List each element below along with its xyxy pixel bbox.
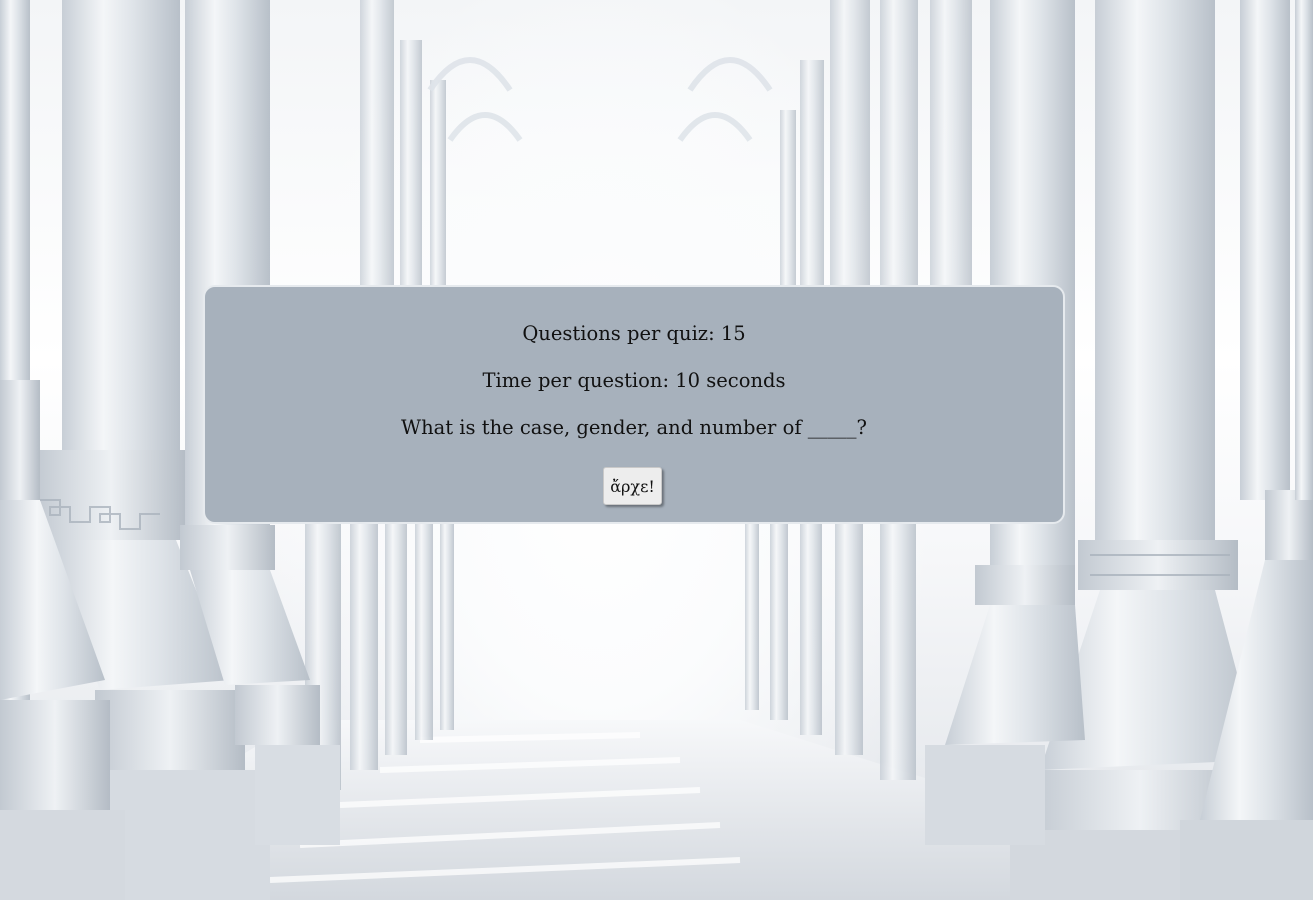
questions-per-quiz-value: 15	[720, 322, 746, 345]
quiz-question-prompt: What is the case, gender, and number of …	[401, 416, 867, 439]
time-per-question-value: 10	[675, 369, 701, 392]
time-per-question-text: Time per question: 10 seconds	[205, 369, 1063, 393]
quiz-settings-panel: Questions per quiz: 15 Time per question…	[203, 285, 1065, 524]
questions-per-quiz-label: Questions per quiz:	[522, 322, 715, 345]
questions-per-quiz-text: Questions per quiz: 15	[205, 322, 1063, 346]
time-per-question-label: Time per question:	[482, 369, 670, 392]
time-per-question-unit: seconds	[706, 369, 786, 392]
start-quiz-button[interactable]: ἄρχε!	[603, 467, 662, 505]
